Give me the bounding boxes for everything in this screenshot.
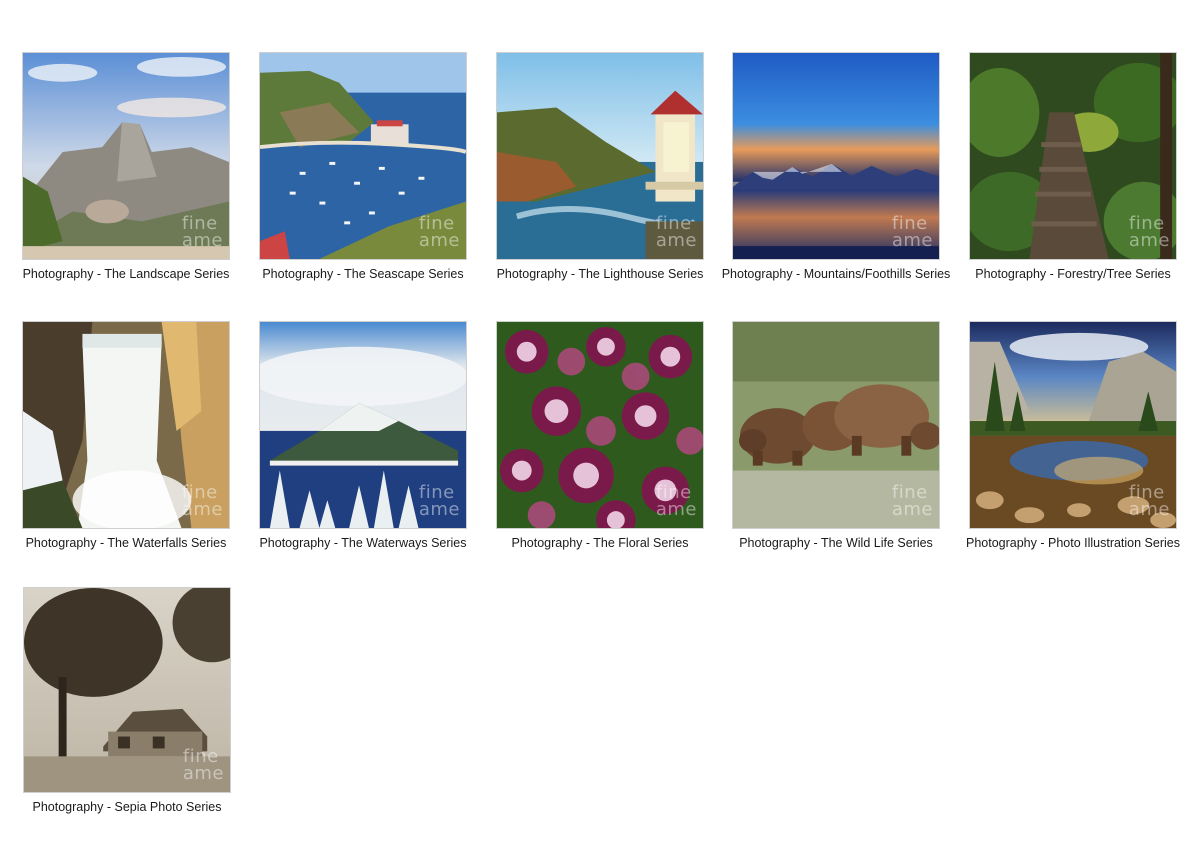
- tile-waterfalls-series[interactable]: fine ame Photography - The Waterfalls Ser…: [21, 321, 231, 551]
- sepia-thumbnail[interactable]: fine ame: [23, 587, 231, 793]
- waterfalls-thumbnail[interactable]: fine ame: [22, 321, 230, 529]
- tile-lighthouse-series[interactable]: fine ame Photography - The Lighthouse Ser…: [495, 52, 705, 282]
- photo-illustration-thumbnail[interactable]: fine ame: [969, 321, 1177, 529]
- forestry-thumbnail[interactable]: fine ame: [969, 52, 1177, 260]
- tile-caption[interactable]: Photography - The Lighthouse Series: [480, 266, 720, 282]
- waterways-thumbnail[interactable]: fine ame: [259, 321, 467, 529]
- tile-caption[interactable]: Photography - The Floral Series: [480, 535, 720, 551]
- tile-landscape-series[interactable]: fine ame Photography - The Landscape Seri…: [21, 52, 231, 282]
- mountains-thumbnail[interactable]: fine ame: [732, 52, 940, 260]
- lighthouse-thumbnail[interactable]: fine ame: [496, 52, 704, 260]
- tile-caption[interactable]: Photography - Photo Illustration Series: [953, 535, 1193, 551]
- tile-caption[interactable]: Photography - Mountains/Foothills Series: [716, 266, 956, 282]
- tile-waterways-series[interactable]: fine ame Photography - The Waterways Seri…: [258, 321, 468, 551]
- tile-caption[interactable]: Photography - The Seascape Series: [243, 266, 483, 282]
- tile-photo-illustration-series[interactable]: fine ame Photography - Photo Illustration…: [966, 321, 1180, 551]
- tile-caption[interactable]: Photography - The Landscape Series: [6, 266, 246, 282]
- seascape-thumbnail[interactable]: fine ame: [259, 52, 467, 260]
- tile-seascape-series[interactable]: fine ame Photography - The Seascape Serie…: [258, 52, 468, 282]
- tile-caption[interactable]: Photography - Forestry/Tree Series: [953, 266, 1193, 282]
- landscape-thumbnail[interactable]: fine ame: [22, 52, 230, 260]
- tile-caption[interactable]: Photography - Sepia Photo Series: [7, 799, 247, 815]
- tile-caption[interactable]: Photography - The Waterfalls Series: [6, 535, 246, 551]
- tile-wild-life-series[interactable]: fine ame Photography - The Wild Life Seri…: [731, 321, 941, 551]
- tile-mountains-foothills-series[interactable]: fine ame Photography - Mountains/Foothill…: [722, 52, 950, 282]
- tile-caption[interactable]: Photography - The Waterways Series: [243, 535, 483, 551]
- tile-floral-series[interactable]: fine ame Photography - The Floral Series: [495, 321, 705, 551]
- wildlife-thumbnail[interactable]: fine ame: [732, 321, 940, 529]
- floral-thumbnail[interactable]: fine ame: [496, 321, 704, 529]
- tile-sepia-photo-series[interactable]: fine ame Photography - Sepia Photo Series: [22, 587, 232, 815]
- series-gallery: fine ame Photography - The Landscape Seri…: [0, 0, 1200, 852]
- tile-caption[interactable]: Photography - The Wild Life Series: [716, 535, 956, 551]
- tile-forestry-tree-series[interactable]: fine ame Photography - Forestry/Tree Seri…: [968, 52, 1178, 282]
